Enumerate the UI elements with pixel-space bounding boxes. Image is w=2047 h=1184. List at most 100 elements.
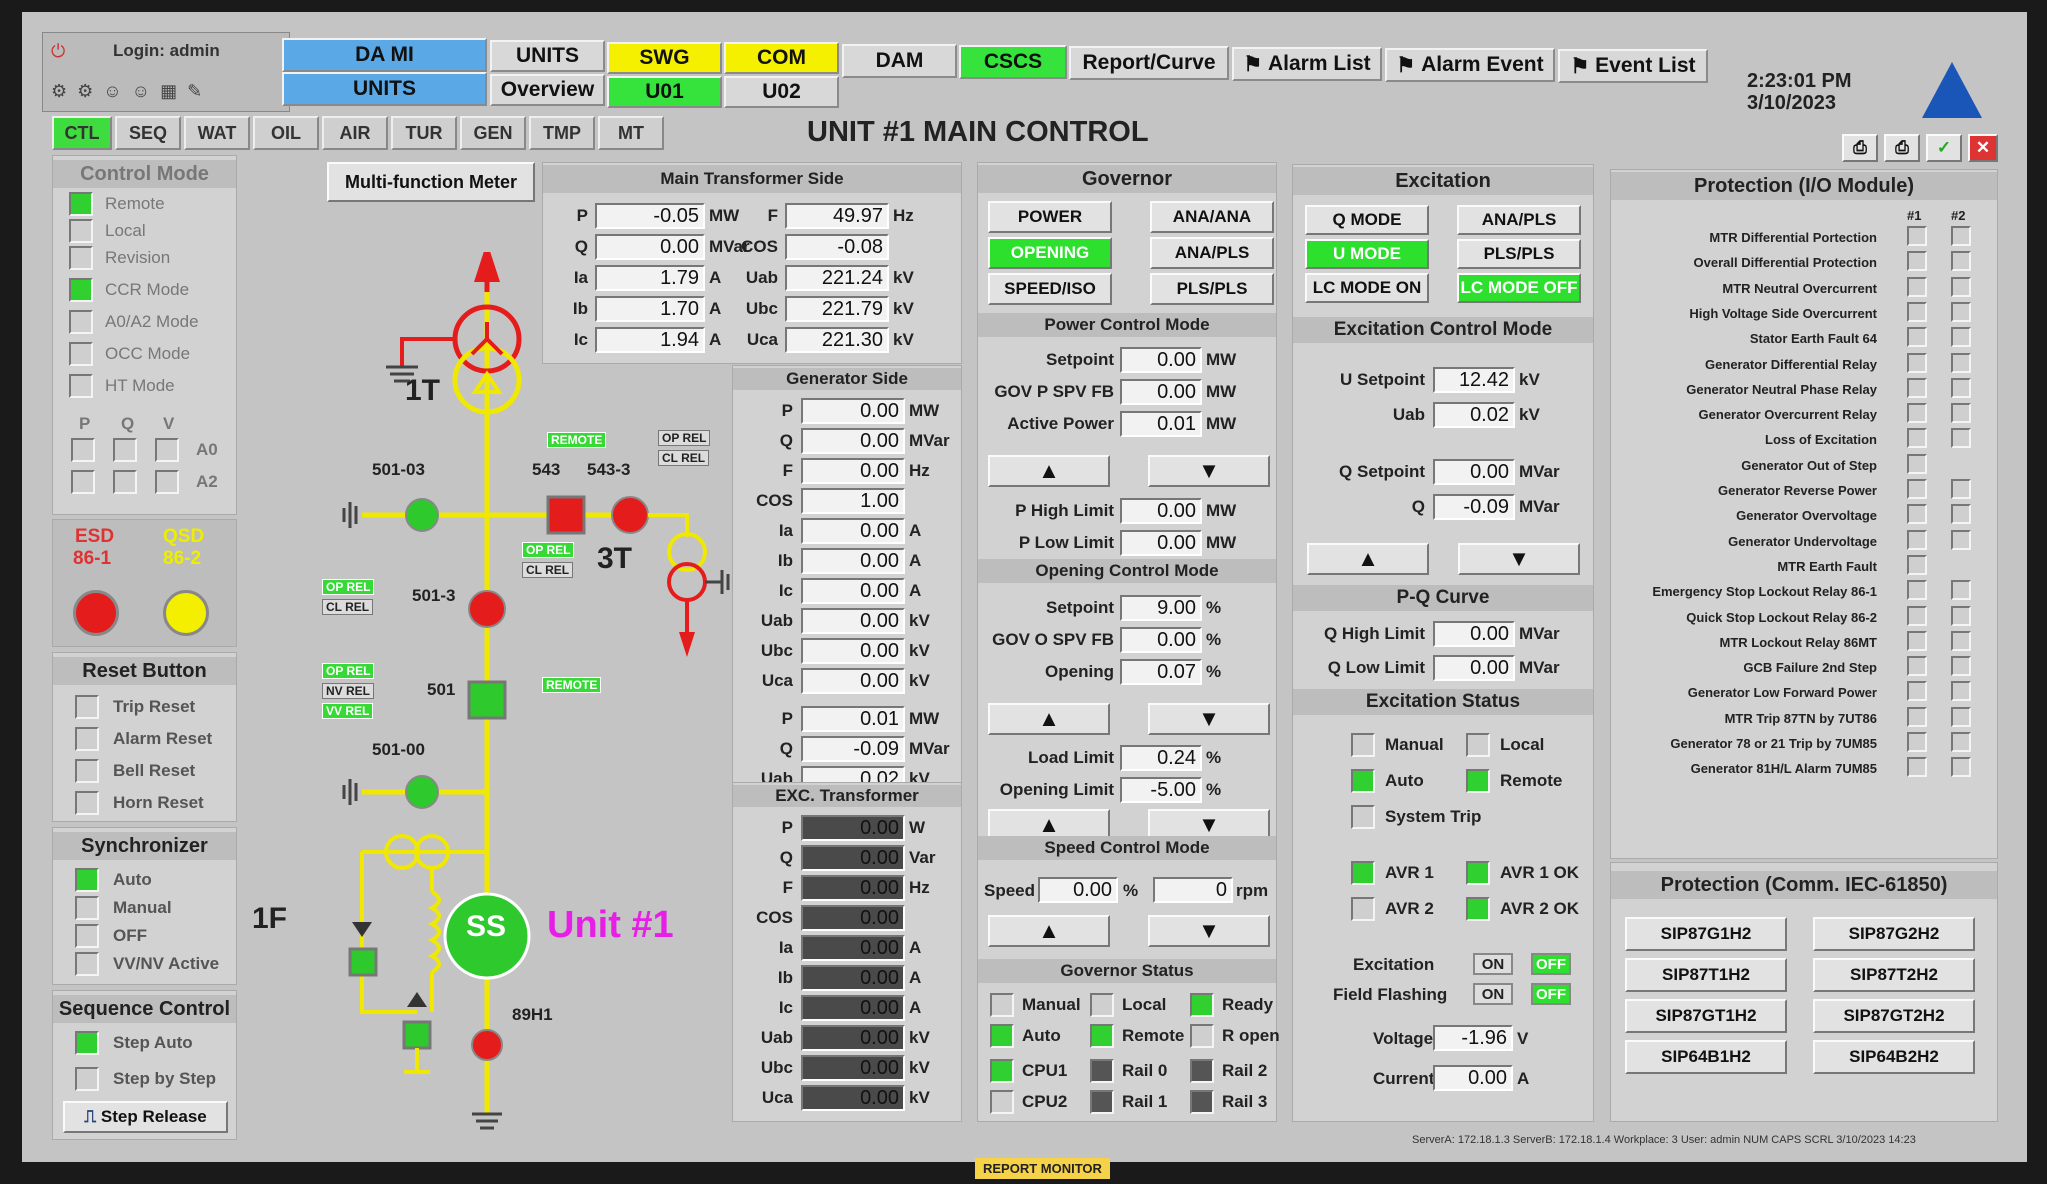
tab-units-sub[interactable]: UNITS (282, 72, 487, 106)
exc-ana-pls-button[interactable]: ANA/PLS (1457, 205, 1581, 235)
gov-opening-button[interactable]: OPENING (988, 237, 1112, 269)
step-release-button[interactable]: ⎍ Step Release (63, 1101, 228, 1133)
exc-up-button[interactable]: ▲ (1307, 543, 1429, 575)
tab-report-curve[interactable]: Report/Curve (1069, 46, 1229, 80)
power-down-button[interactable]: ▼ (1148, 455, 1270, 487)
print-icon[interactable]: ⎙ (1884, 134, 1920, 162)
exc-lc-mode-off-button[interactable]: LC MODE OFF (1457, 273, 1581, 303)
multi-function-meter-button[interactable]: Multi-function Meter (327, 162, 535, 202)
tool-icon[interactable]: ⚙ (77, 81, 93, 102)
sync-off-checkbox[interactable] (75, 924, 99, 948)
flashing-off-button[interactable]: OFF (1531, 983, 1571, 1005)
check-icon[interactable]: ✓ (1926, 134, 1962, 162)
voltage-unit: V (1517, 1029, 1529, 1048)
subtab-ctl[interactable]: CTL (52, 116, 112, 150)
tab-u02[interactable]: U02 (724, 76, 839, 108)
subtab-wat[interactable]: WAT (184, 116, 250, 150)
tool-icon[interactable]: ☺ (103, 81, 121, 102)
tool-icon[interactable]: ⚙ (51, 81, 67, 102)
excitation-off-button[interactable]: OFF (1531, 953, 1571, 975)
gov-ana-ana-button[interactable]: ANA/ANA (1150, 201, 1274, 233)
exc-avr-2-indicator (1351, 897, 1375, 921)
checkbox-ht-mode[interactable] (69, 374, 93, 398)
tab-units[interactable]: UNITS (490, 40, 605, 72)
subtab-oil[interactable]: OIL (253, 116, 319, 150)
pqv-checkbox[interactable] (113, 438, 137, 462)
opening-down-button[interactable]: ▼ (1148, 703, 1270, 735)
qsd-button[interactable] (163, 590, 209, 636)
power-icon[interactable]: ⏻ (51, 41, 65, 62)
tab-alarm-list[interactable]: ⚑ Alarm List (1232, 47, 1382, 81)
bell-reset-button[interactable] (75, 759, 99, 783)
subtab-seq[interactable]: SEQ (115, 116, 181, 150)
comm-sip87g1h2-button[interactable]: SIP87G1H2 (1625, 917, 1787, 951)
tab-cscs[interactable]: CSCS (959, 45, 1067, 79)
seq-step-auto-checkbox[interactable] (75, 1031, 99, 1055)
tab-overview[interactable]: Overview (490, 74, 605, 106)
tab-swg[interactable]: SWG (607, 42, 722, 74)
exc-q-mode-button[interactable]: Q MODE (1305, 205, 1429, 235)
subtab-mt[interactable]: MT (598, 116, 664, 150)
checkbox-local[interactable] (69, 219, 93, 243)
tool-icon[interactable]: ☺ (132, 81, 150, 102)
opening-up-button[interactable]: ▲ (988, 703, 1110, 735)
p-low-limit-unit: MW (1206, 533, 1237, 552)
alarm-event-label: Alarm Event (1421, 53, 1544, 76)
uca-value: 0.00 (801, 668, 905, 694)
comm-sip87t2h2-button[interactable]: SIP87T2H2 (1813, 958, 1975, 992)
subtab-gen[interactable]: GEN (460, 116, 526, 150)
exc-u-mode-button[interactable]: U MODE (1305, 239, 1429, 269)
exc-down-button[interactable]: ▼ (1458, 543, 1580, 575)
checkbox-revision[interactable] (69, 246, 93, 270)
pqv-checkbox[interactable] (155, 470, 179, 494)
tab-u01[interactable]: U01 (607, 76, 722, 108)
gov-speed-iso-button[interactable]: SPEED/ISO (988, 273, 1112, 305)
protection-item-label: Generator Differential Relay (1705, 356, 1877, 372)
comm-sip87t1h2-button[interactable]: SIP87T1H2 (1625, 958, 1787, 992)
subtab-tmp[interactable]: TMP (529, 116, 595, 150)
tab-event-list[interactable]: ⚑ Event List (1558, 49, 1708, 83)
sync-manual-checkbox[interactable] (75, 896, 99, 920)
power-up-button[interactable]: ▲ (988, 455, 1110, 487)
excitation-on-button[interactable]: ON (1473, 953, 1513, 975)
speed-down-button[interactable]: ▼ (1148, 915, 1270, 947)
comm-sip87gt1h2-button[interactable]: SIP87GT1H2 (1625, 999, 1787, 1033)
gov-pls-pls-button[interactable]: PLS/PLS (1150, 273, 1274, 305)
speed-up-button[interactable]: ▲ (988, 915, 1110, 947)
sync-vv-nv-active-checkbox[interactable] (75, 952, 99, 976)
pqv-checkbox[interactable] (71, 438, 95, 462)
checkbox-ccr-mode[interactable] (69, 278, 93, 302)
checkbox-occ-mode[interactable] (69, 342, 93, 366)
subtab-tur[interactable]: TUR (391, 116, 457, 150)
exc-lc-mode-on-button[interactable]: LC MODE ON (1305, 273, 1429, 303)
exc-pls-pls-button[interactable]: PLS/PLS (1457, 239, 1581, 269)
checkbox-remote[interactable] (69, 192, 93, 216)
tab-com[interactable]: COM (724, 42, 839, 74)
subtab-air[interactable]: AIR (322, 116, 388, 150)
tool-icon[interactable]: ▦ (160, 81, 177, 102)
comm-sip87g2h2-button[interactable]: SIP87G2H2 (1813, 917, 1975, 951)
seq-step-by-step-checkbox[interactable] (75, 1067, 99, 1091)
close-icon[interactable]: ✕ (1968, 134, 1998, 162)
checkbox-a0-a2-mode[interactable] (69, 310, 93, 334)
esd-button[interactable] (73, 590, 119, 636)
tab-dam[interactable]: DAM (842, 44, 957, 78)
gov-ana-pls-button[interactable]: ANA/PLS (1150, 237, 1274, 269)
horn-reset-button[interactable] (75, 791, 99, 815)
alarm-reset-button[interactable] (75, 727, 99, 751)
comm-sip64b2h2-button[interactable]: SIP64B2H2 (1813, 1040, 1975, 1074)
gov-power-button[interactable]: POWER (988, 201, 1112, 233)
pqv-checkbox[interactable] (155, 438, 179, 462)
comm-sip64b1h2-button[interactable]: SIP64B1H2 (1625, 1040, 1787, 1074)
sync-auto-checkbox[interactable] (75, 868, 99, 892)
pqv-checkbox[interactable] (113, 470, 137, 494)
ic-unit: A (909, 998, 922, 1017)
tool-icon[interactable]: ✎ (187, 81, 202, 102)
tab-da-mi[interactable]: DA MI (282, 38, 487, 72)
tab-alarm-event[interactable]: ⚑ Alarm Event (1385, 48, 1555, 82)
print-icon[interactable]: ⎙ (1842, 134, 1878, 162)
comm-sip87gt2h2-button[interactable]: SIP87GT2H2 (1813, 999, 1975, 1033)
trip-reset-button[interactable] (75, 695, 99, 719)
pqv-checkbox[interactable] (71, 470, 95, 494)
flashing-on-button[interactable]: ON (1473, 983, 1513, 1005)
